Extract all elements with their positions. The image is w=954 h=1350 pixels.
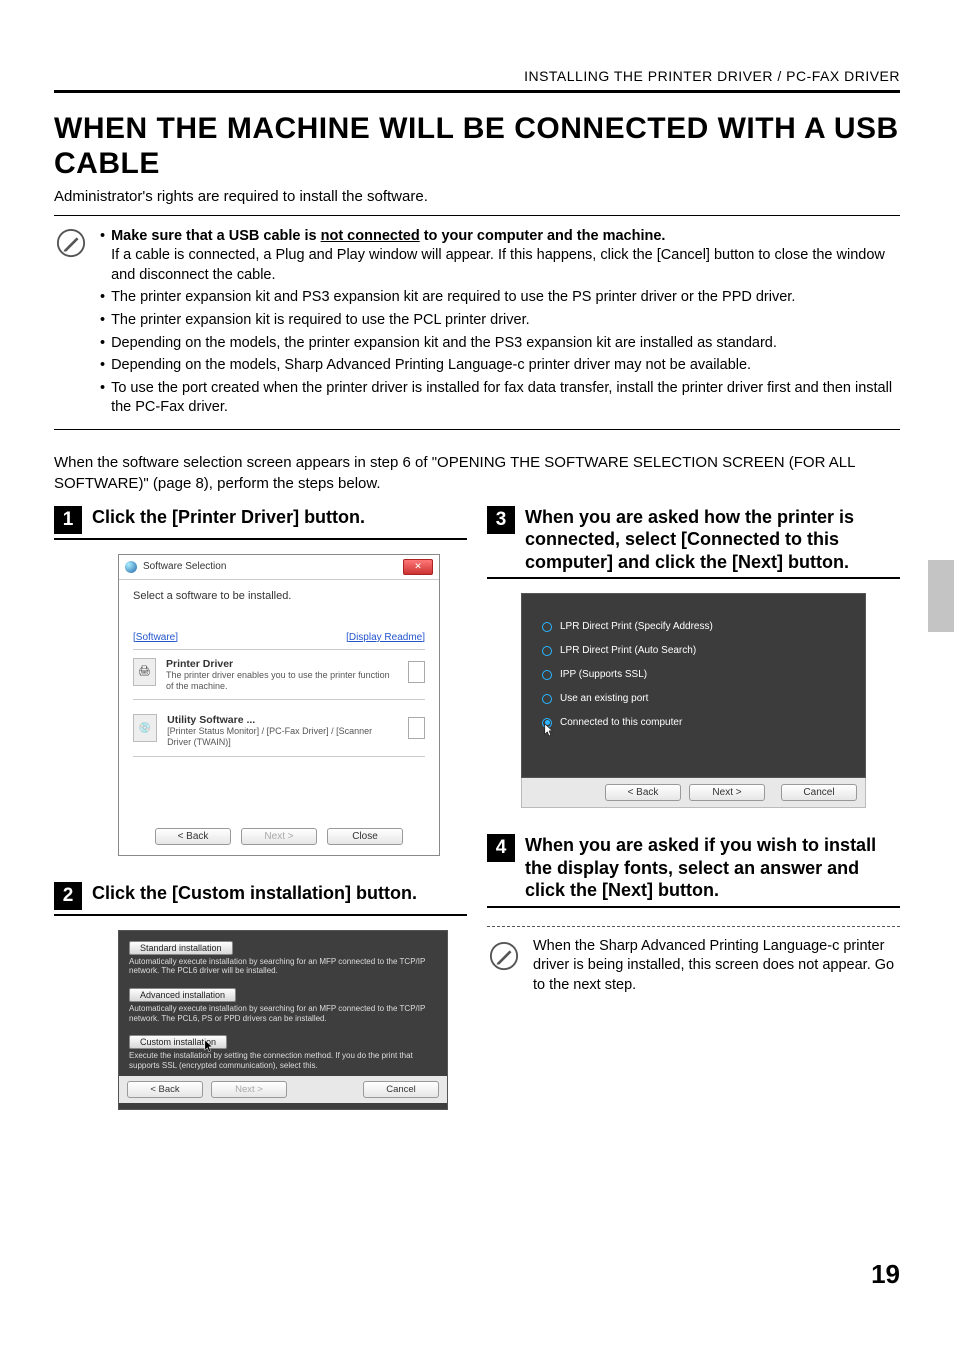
- note-b6: To use the port created when the printer…: [111, 379, 900, 418]
- standard-installation-button[interactable]: Standard installation: [129, 941, 233, 955]
- page-title: WHEN THE MACHINE WILL BE CONNECTED WITH …: [54, 111, 900, 182]
- printer-icon: 🖨: [133, 658, 156, 686]
- radio-ipp-ssl[interactable]: IPP (Supports SSL): [542, 669, 845, 680]
- link-display-readme[interactable]: [Display Readme]: [346, 632, 425, 643]
- step-1-number: 1: [54, 506, 82, 534]
- advanced-installation-button[interactable]: Advanced installation: [129, 988, 236, 1002]
- screenshot-software-selection: Software Selection ✕ Select a software t…: [118, 554, 440, 856]
- radio-lpr-specify[interactable]: LPR Direct Print (Specify Address): [542, 621, 845, 632]
- note-b1-sub: If a cable is connected, a Plug and Play…: [111, 247, 885, 283]
- back-button[interactable]: < Back: [155, 828, 231, 845]
- cancel-button[interactable]: Cancel: [363, 1081, 439, 1098]
- document-icon[interactable]: [408, 661, 425, 683]
- note-b1-under: not connected: [321, 228, 420, 244]
- row1-desc: The printer driver enables you to use th…: [166, 670, 398, 692]
- note-b5: Depending on the models, Sharp Advanced …: [111, 356, 751, 376]
- window-close-button[interactable]: ✕: [403, 559, 433, 575]
- step-1-title: Click the [Printer Driver] button.: [92, 504, 365, 529]
- close-button[interactable]: Close: [327, 828, 403, 845]
- dashed-divider: [487, 926, 900, 927]
- step-2-title: Click the [Custom installation] button.: [92, 880, 417, 905]
- pencil-note-icon: [54, 226, 88, 260]
- row-printer-driver[interactable]: 🖨 Printer Driver The printer driver enab…: [133, 649, 425, 701]
- software-subtitle: Select a software to be installed.: [133, 590, 425, 602]
- next-button: Next >: [211, 1081, 287, 1098]
- sub-note-text: When the Sharp Advanced Printing Languag…: [533, 937, 900, 996]
- row2-desc: [Printer Status Monitor] / [PC-Fax Drive…: [167, 726, 398, 748]
- document-icon[interactable]: [408, 717, 425, 739]
- note-b1-suffix: to your computer and the machine.: [420, 228, 666, 244]
- cursor-icon: [204, 1039, 214, 1053]
- step-3-number: 3: [487, 506, 515, 534]
- note-list: • Make sure that a USB cable is not conn…: [100, 224, 900, 421]
- radio-lpr-auto[interactable]: LPR Direct Print (Auto Search): [542, 645, 845, 656]
- next-button: Next >: [241, 828, 317, 845]
- screenshot-connection-method: LPR Direct Print (Specify Address) LPR D…: [521, 593, 866, 808]
- step-2-number: 2: [54, 882, 82, 910]
- standard-installation-desc: Automatically execute installation by se…: [129, 957, 437, 976]
- cd-icon: 💿: [133, 714, 157, 742]
- next-button[interactable]: Next >: [689, 784, 765, 801]
- running-header: INSTALLING THE PRINTER DRIVER / PC-FAX D…: [54, 68, 900, 93]
- sub-note: When the Sharp Advanced Printing Languag…: [487, 937, 900, 996]
- custom-installation-desc: Execute the installation by setting the …: [129, 1051, 437, 1070]
- step-3-title: When you are asked how the printer is co…: [525, 504, 900, 574]
- note-b4: Depending on the models, the printer exp…: [111, 334, 777, 354]
- window-title: Software Selection: [143, 561, 226, 572]
- row1-title: Printer Driver: [166, 658, 398, 670]
- step-4-title: When you are asked if you wish to instal…: [525, 832, 900, 902]
- radio-existing-port[interactable]: Use an existing port: [542, 693, 845, 704]
- custom-installation-button[interactable]: Custom installation: [129, 1035, 227, 1049]
- note-box: • Make sure that a USB cable is not conn…: [54, 215, 900, 430]
- step-4-number: 4: [487, 834, 515, 862]
- row-utility-software[interactable]: 💿 Utility Software ... [Printer Status M…: [133, 706, 425, 757]
- mid-paragraph: When the software selection screen appea…: [54, 452, 900, 494]
- row2-title: Utility Software ...: [167, 714, 398, 726]
- page-number: 19: [871, 1259, 900, 1290]
- note-b3: The printer expansion kit is required to…: [111, 311, 530, 331]
- thumb-tab: [928, 560, 954, 632]
- screenshot-installation-type: Standard installation Automatically exec…: [118, 930, 448, 1110]
- advanced-installation-desc: Automatically execute installation by se…: [129, 1004, 437, 1023]
- cursor-icon: [544, 723, 554, 737]
- back-button[interactable]: < Back: [605, 784, 681, 801]
- note-b2: The printer expansion kit and PS3 expans…: [111, 288, 795, 308]
- link-software[interactable]: [Software]: [133, 632, 178, 643]
- intro-text: Administrator's rights are required to i…: [54, 188, 900, 205]
- note-b1-prefix: Make sure that a USB cable is: [111, 228, 321, 244]
- pencil-note-icon: [487, 939, 521, 973]
- radio-connected-this-computer[interactable]: Connected to this computer: [542, 717, 845, 728]
- back-button[interactable]: < Back: [127, 1081, 203, 1098]
- window-icon: [125, 561, 137, 573]
- cancel-button[interactable]: Cancel: [781, 784, 857, 801]
